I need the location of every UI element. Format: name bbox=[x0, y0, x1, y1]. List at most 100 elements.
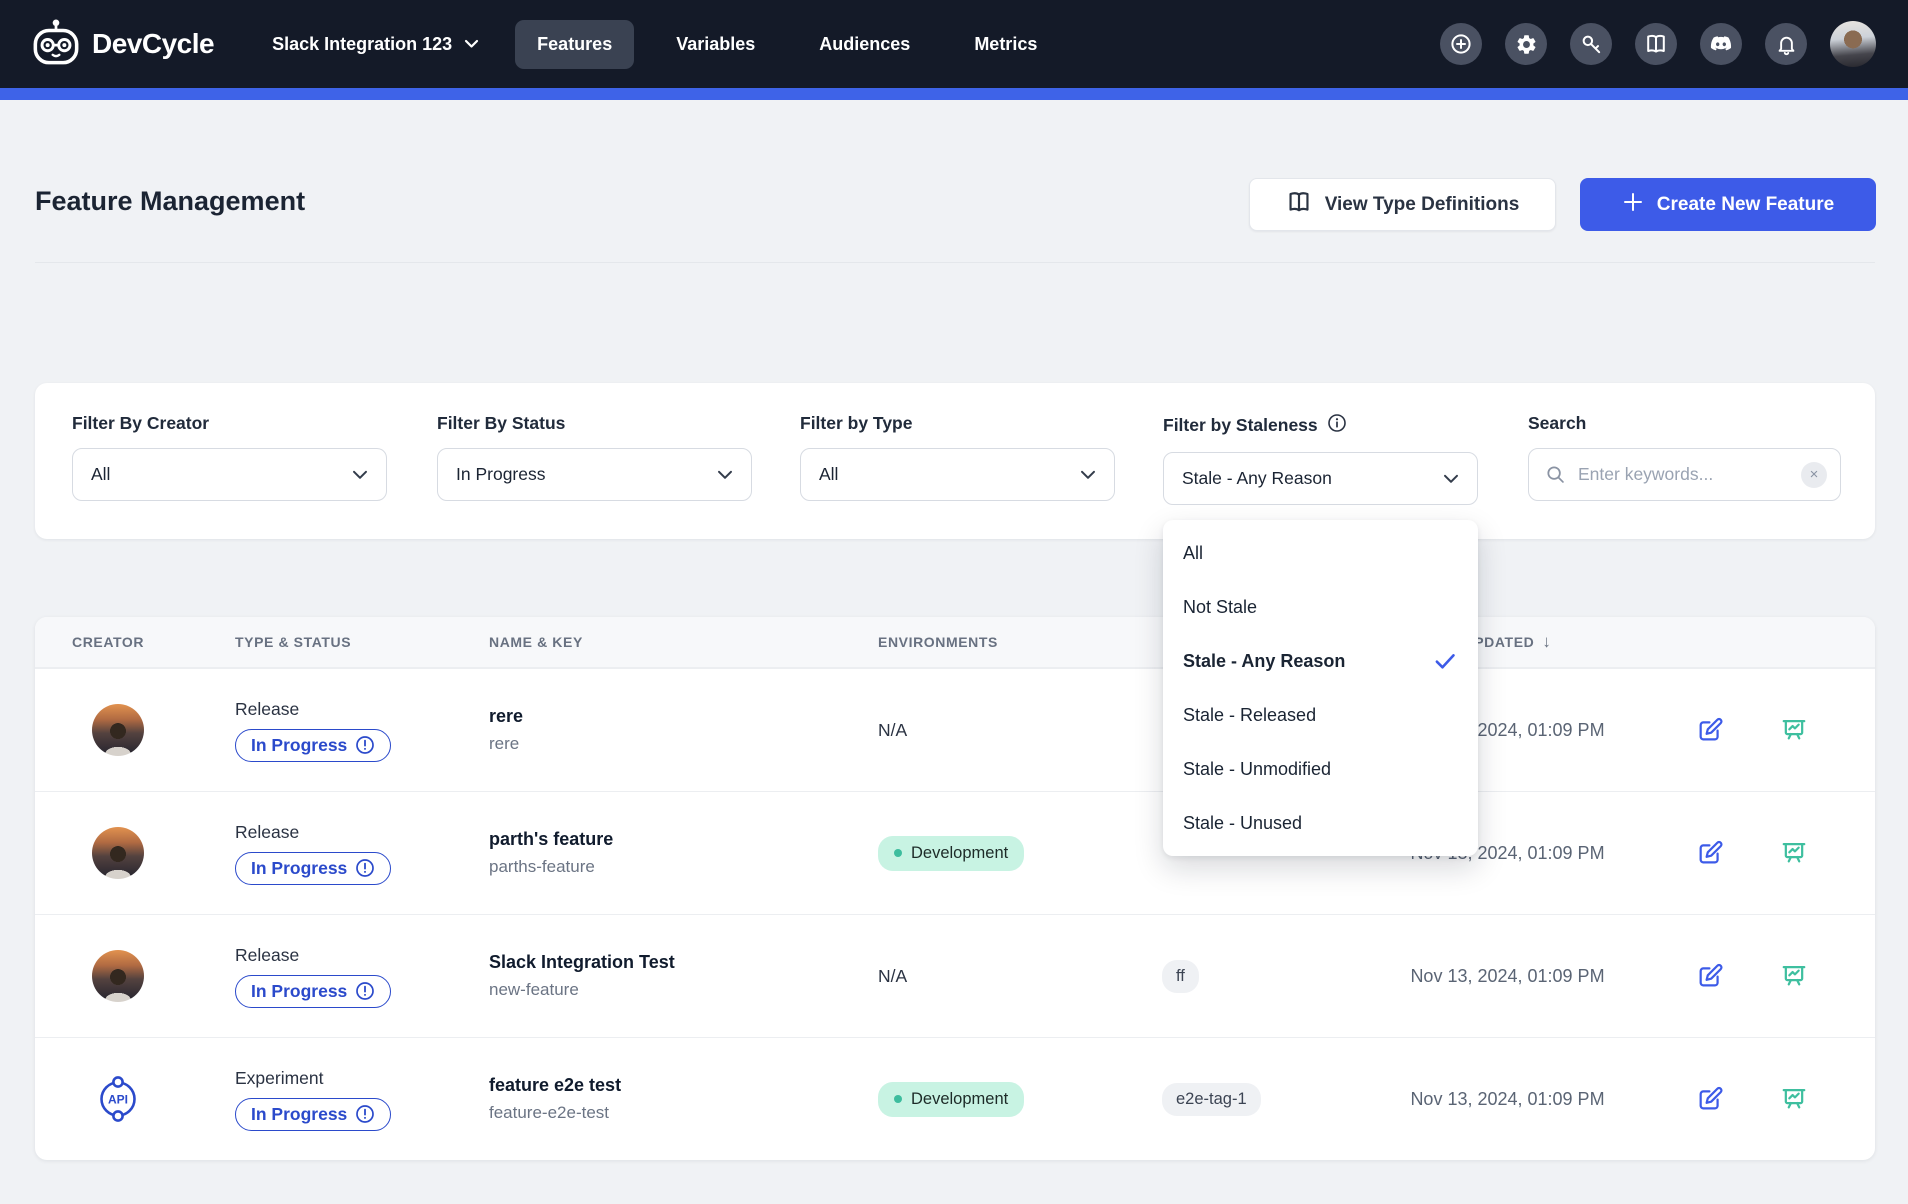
header-divider bbox=[35, 262, 1875, 263]
page-title: Feature Management bbox=[35, 186, 305, 217]
edit-feature-button[interactable] bbox=[1696, 716, 1724, 744]
chevron-down-icon bbox=[464, 39, 479, 49]
filter-staleness-group: Filter by Staleness Stale - Any Reason bbox=[1163, 413, 1478, 505]
column-header-environments[interactable]: Environments bbox=[878, 634, 1160, 650]
search-input[interactable] bbox=[1578, 464, 1792, 485]
feature-metrics-button[interactable] bbox=[1780, 1085, 1808, 1113]
filter-type-group: Filter by Type All bbox=[800, 413, 1115, 501]
tab-variables[interactable]: Variables bbox=[654, 20, 777, 69]
column-header-name-key[interactable]: Name & Key bbox=[489, 634, 878, 650]
environments-value: N/A bbox=[878, 966, 907, 986]
book-icon bbox=[1286, 189, 1312, 221]
edit-feature-button[interactable] bbox=[1696, 1085, 1724, 1113]
table-row: Release In Progress rere rere N/A Nov 13… bbox=[35, 668, 1875, 791]
add-circle-button[interactable] bbox=[1440, 23, 1482, 65]
tab-features[interactable]: Features bbox=[515, 20, 634, 69]
create-new-feature-button[interactable]: Create New Feature bbox=[1580, 178, 1876, 231]
dropdown-option-stale-unused[interactable]: Stale - Unused bbox=[1163, 796, 1478, 850]
option-label: Stale - Any Reason bbox=[1183, 651, 1345, 672]
info-icon[interactable] bbox=[1327, 413, 1347, 438]
edit-pencil-icon bbox=[1696, 962, 1724, 990]
filter-creator-select[interactable]: All bbox=[72, 448, 387, 501]
creator-avatar bbox=[92, 827, 144, 879]
chevron-down-icon bbox=[352, 464, 368, 485]
feature-name[interactable]: rere bbox=[489, 706, 878, 727]
search-box: × bbox=[1528, 448, 1841, 501]
dropdown-option-not-stale[interactable]: Not Stale bbox=[1163, 580, 1478, 634]
filter-creator-group: Filter By Creator All bbox=[72, 413, 387, 501]
status-badge[interactable]: In Progress bbox=[235, 852, 391, 885]
brand-name: DevCycle bbox=[92, 28, 214, 60]
dropdown-option-stale-unmodified[interactable]: Stale - Unmodified bbox=[1163, 742, 1478, 796]
sort-descending-icon: ↓ bbox=[1542, 632, 1551, 652]
view-type-definitions-button[interactable]: View Type Definitions bbox=[1249, 178, 1556, 231]
notifications-button[interactable] bbox=[1765, 23, 1807, 65]
filter-creator-label: Filter By Creator bbox=[72, 413, 387, 434]
discord-icon bbox=[1709, 32, 1733, 56]
filter-type-value: All bbox=[819, 464, 838, 485]
option-label: Stale - Released bbox=[1183, 705, 1316, 726]
add-circle-icon bbox=[1449, 32, 1473, 56]
tab-metrics[interactable]: Metrics bbox=[952, 20, 1059, 69]
tags-cell: ff bbox=[1160, 960, 1385, 993]
feature-metrics-button[interactable] bbox=[1780, 716, 1808, 744]
staleness-dropdown-menu: All Not Stale Stale - Any Reason Stale -… bbox=[1163, 520, 1478, 856]
filter-status-select[interactable]: In Progress bbox=[437, 448, 752, 501]
view-type-definitions-label: View Type Definitions bbox=[1325, 194, 1520, 216]
alert-circle-icon bbox=[355, 981, 375, 1001]
status-label: In Progress bbox=[251, 981, 347, 1002]
feature-name[interactable]: feature e2e test bbox=[489, 1075, 878, 1096]
x-icon: × bbox=[1810, 467, 1819, 482]
feature-metrics-button[interactable] bbox=[1780, 839, 1808, 867]
tab-audiences[interactable]: Audiences bbox=[797, 20, 932, 69]
filter-staleness-select[interactable]: Stale - Any Reason bbox=[1163, 452, 1478, 505]
feature-key: parths-feature bbox=[489, 857, 878, 877]
status-badge[interactable]: In Progress bbox=[235, 729, 391, 762]
feature-name[interactable]: parth's feature bbox=[489, 829, 878, 850]
filter-type-select[interactable]: All bbox=[800, 448, 1115, 501]
creator-avatar bbox=[92, 950, 144, 1002]
project-name: Slack Integration 123 bbox=[272, 34, 452, 55]
docs-button[interactable] bbox=[1635, 23, 1677, 65]
user-avatar[interactable] bbox=[1830, 21, 1876, 67]
clear-search-button[interactable]: × bbox=[1801, 462, 1827, 488]
status-badge[interactable]: In Progress bbox=[235, 1098, 391, 1131]
environment-label: Development bbox=[911, 1090, 1008, 1109]
edit-pencil-icon bbox=[1696, 716, 1724, 744]
column-header-creator[interactable]: Creator bbox=[35, 634, 235, 650]
chevron-down-icon bbox=[717, 464, 733, 485]
feature-metrics-button[interactable] bbox=[1780, 962, 1808, 990]
api-keys-button[interactable] bbox=[1570, 23, 1612, 65]
filter-panel: Filter By Creator All Filter By Status I… bbox=[35, 383, 1875, 539]
chart-board-icon bbox=[1780, 962, 1808, 990]
feature-name[interactable]: Slack Integration Test bbox=[489, 952, 878, 973]
status-badge[interactable]: In Progress bbox=[235, 975, 391, 1008]
settings-button[interactable] bbox=[1505, 23, 1547, 65]
filter-status-group: Filter By Status In Progress bbox=[437, 413, 752, 501]
nav-tabs: Features Variables Audiences Metrics bbox=[515, 20, 1059, 69]
edit-feature-button[interactable] bbox=[1696, 839, 1724, 867]
column-header-type-status[interactable]: Type & Status bbox=[235, 634, 489, 650]
option-label: Not Stale bbox=[1183, 597, 1257, 618]
filter-staleness-value: Stale - Any Reason bbox=[1182, 468, 1332, 489]
brand-logo[interactable]: DevCycle bbox=[32, 18, 214, 71]
updated-date: Nov 13, 2024, 01:09 PM bbox=[1385, 1089, 1630, 1110]
filter-staleness-label-text: Filter by Staleness bbox=[1163, 415, 1318, 436]
app-screen: DevCycle Slack Integration 123 Features … bbox=[0, 0, 1908, 1204]
dropdown-option-stale-any-reason[interactable]: Stale - Any Reason bbox=[1163, 634, 1478, 688]
dropdown-option-all[interactable]: All bbox=[1163, 526, 1478, 580]
edit-feature-button[interactable] bbox=[1696, 962, 1724, 990]
create-new-feature-label: Create New Feature bbox=[1657, 194, 1834, 216]
filter-status-value: In Progress bbox=[456, 464, 545, 485]
feature-key: feature-e2e-test bbox=[489, 1103, 878, 1123]
filter-creator-value: All bbox=[91, 464, 110, 485]
feature-type: Experiment bbox=[235, 1068, 324, 1089]
project-selector[interactable]: Slack Integration 123 bbox=[272, 34, 479, 55]
chart-board-icon bbox=[1780, 839, 1808, 867]
feature-type: Release bbox=[235, 699, 299, 720]
filter-type-label: Filter by Type bbox=[800, 413, 1115, 434]
discord-button[interactable] bbox=[1700, 23, 1742, 65]
features-table: Creator Type & Status Name & Key Environ… bbox=[35, 617, 1875, 1160]
table-row: Release In Progress parth's feature part… bbox=[35, 791, 1875, 914]
dropdown-option-stale-released[interactable]: Stale - Released bbox=[1163, 688, 1478, 742]
